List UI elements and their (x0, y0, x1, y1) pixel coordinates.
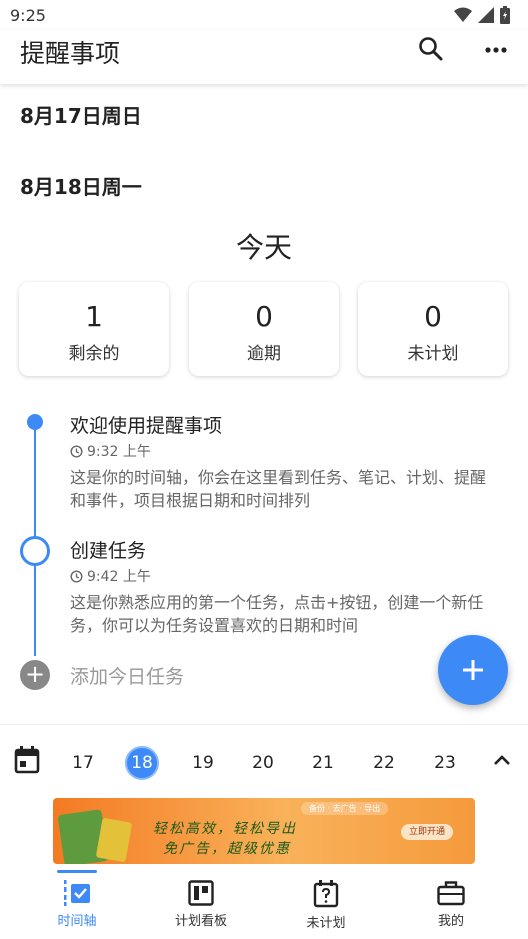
timeline-item-description: 这是你熟悉应用的第一个任务，点击+按钮，创建一个新任务，你可以为任务设置喜欢的日… (70, 593, 484, 635)
search-button[interactable] (418, 36, 444, 62)
collapse-button[interactable] (492, 752, 512, 768)
stat-label: 未计划 (407, 344, 459, 364)
add-today-label: 添加今日任务 (70, 665, 185, 688)
day-20[interactable]: 20 (246, 746, 280, 780)
timeline-line (34, 428, 36, 538)
divider (0, 724, 528, 725)
bottom-nav: 时间轴 计划看板 未计划 我的 (0, 870, 528, 939)
nav-label: 未计划 (306, 916, 346, 931)
timeline-item-time: 9:42 上午 (70, 566, 151, 586)
clock-icon (70, 444, 83, 458)
stat-card-unplanned[interactable]: 0 未计划 (358, 282, 508, 376)
search-icon (419, 37, 443, 61)
stat-card-remaining[interactable]: 1 剩余的 (19, 282, 169, 376)
nav-label: 时间轴 (57, 914, 97, 929)
time-text: 9:42 上午 (87, 569, 151, 585)
ad-text-line-1: 轻松高效，轻松导出 (153, 821, 297, 837)
ad-banner[interactable]: 备份 · 去广告 · 导出 轻松高效，轻松导出 免广告，超级优惠 立即开通 (53, 798, 475, 864)
timeline-item-time: 9:32 上午 (70, 441, 151, 461)
signal-icon (478, 7, 494, 23)
chevron-up-icon (494, 755, 510, 765)
day-17[interactable]: 17 (66, 746, 100, 780)
stat-value: 1 (85, 300, 103, 333)
nav-label: 我的 (437, 914, 464, 929)
nav-tab-unplanned[interactable]: 未计划 (271, 876, 381, 936)
status-time: 9:25 (10, 6, 46, 25)
nav-tab-timeline[interactable]: 时间轴 (22, 876, 132, 936)
week-strip: 17 18 19 20 21 22 23 (0, 738, 528, 784)
add-today-task[interactable]: + 添加今日任务 (20, 660, 184, 690)
nav-label: 计划看板 (174, 914, 227, 929)
timeline-line (34, 564, 36, 656)
gift-bag-illustration (95, 817, 133, 863)
today-title: 今天 (235, 231, 292, 264)
nav-tab-mine[interactable]: 我的 (396, 876, 506, 936)
more-icon (485, 47, 507, 53)
stat-value: 0 (424, 300, 442, 333)
day-22[interactable]: 22 (367, 746, 401, 780)
ad-text-line-2: 免广告，超级优惠 (163, 841, 291, 857)
timeline-item-title[interactable]: 创建任务 (70, 536, 146, 563)
day-21[interactable]: 21 (306, 746, 340, 780)
ad-cta-button[interactable]: 立即开通 (401, 824, 453, 840)
clock-icon (70, 569, 83, 583)
board-icon (188, 880, 214, 906)
plus-icon: + (20, 660, 50, 690)
page-title: 提醒事项 (20, 39, 121, 68)
app-bar: 提醒事项 (0, 30, 528, 84)
unplanned-icon (313, 880, 339, 908)
ad-top-label: 备份 · 去广告 · 导出 (301, 802, 389, 815)
stat-label: 逾期 (247, 344, 281, 364)
plus-icon (463, 660, 483, 680)
timeline-dot (27, 414, 43, 430)
day-23[interactable]: 23 (428, 746, 462, 780)
day-19[interactable]: 19 (186, 746, 220, 780)
stat-label: 剩余的 (68, 344, 120, 364)
date-header-1[interactable]: 8月17日周日 (20, 100, 142, 129)
status-bar: 9:25 (0, 0, 528, 30)
timeline-icon (64, 880, 90, 906)
more-button[interactable] (484, 40, 508, 60)
nav-active-indicator (57, 870, 97, 873)
stat-card-overdue[interactable]: 0 逾期 (189, 282, 339, 376)
stat-value: 0 (255, 300, 273, 333)
date-header-2[interactable]: 8月18日周一 (20, 171, 142, 200)
timeline-item-description: 这是你的时间轴，你会在这里看到任务、笔记、计划、提醒和事件，项目根据日期和时间排… (70, 468, 487, 510)
add-button[interactable] (438, 635, 508, 705)
time-text: 9:32 上午 (87, 444, 151, 460)
battery-icon (500, 6, 510, 24)
calendar-button[interactable] (14, 746, 40, 774)
wifi-icon (454, 7, 472, 22)
status-icons (454, 6, 510, 24)
day-18-selected[interactable]: 18 (125, 746, 159, 780)
task-checkbox[interactable] (20, 536, 50, 566)
timeline-item-title[interactable]: 欢迎使用提醒事项 (70, 411, 222, 438)
nav-tab-board[interactable]: 计划看板 (146, 876, 256, 936)
calendar-icon (14, 746, 40, 774)
briefcase-icon (437, 881, 465, 906)
